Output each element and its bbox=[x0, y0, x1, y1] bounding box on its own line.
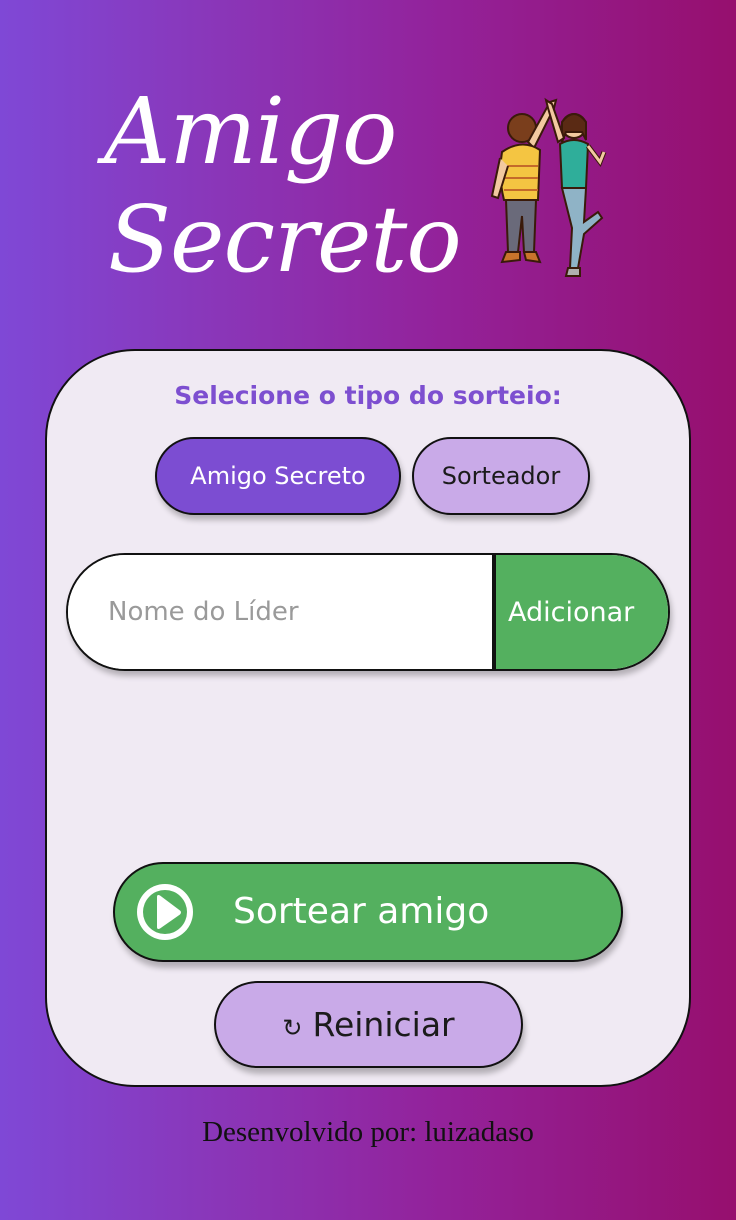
footer-credit: Desenvolvido por: luizadaso bbox=[202, 1116, 534, 1148]
reset-button-label: Reiniciar bbox=[312, 1005, 455, 1044]
app-title-line2: Secreto bbox=[108, 186, 462, 293]
add-name-group: Adicionar bbox=[66, 553, 670, 671]
draw-type-label: Selecione o tipo do sorteio: bbox=[174, 381, 562, 410]
app-title: Amigo Secreto bbox=[104, 78, 484, 294]
friends-high-five-illustration bbox=[490, 97, 607, 277]
app-title-line1: Amigo bbox=[104, 78, 397, 185]
mode-drawer-button[interactable]: Sorteador bbox=[412, 437, 590, 515]
refresh-icon: ↻ bbox=[282, 1013, 303, 1042]
draw-friend-button[interactable]: Sortear amigo bbox=[113, 862, 623, 962]
add-button[interactable]: Adicionar bbox=[492, 555, 668, 669]
draw-friend-label: Sortear amigo bbox=[233, 891, 490, 932]
leader-name-input[interactable] bbox=[68, 555, 492, 669]
play-circle-icon bbox=[137, 884, 193, 940]
mode-secret-friend-button[interactable]: Amigo Secreto bbox=[155, 437, 401, 515]
add-button-label: Adicionar bbox=[508, 596, 635, 628]
reset-button[interactable]: ↻ Reiniciar bbox=[214, 981, 523, 1068]
